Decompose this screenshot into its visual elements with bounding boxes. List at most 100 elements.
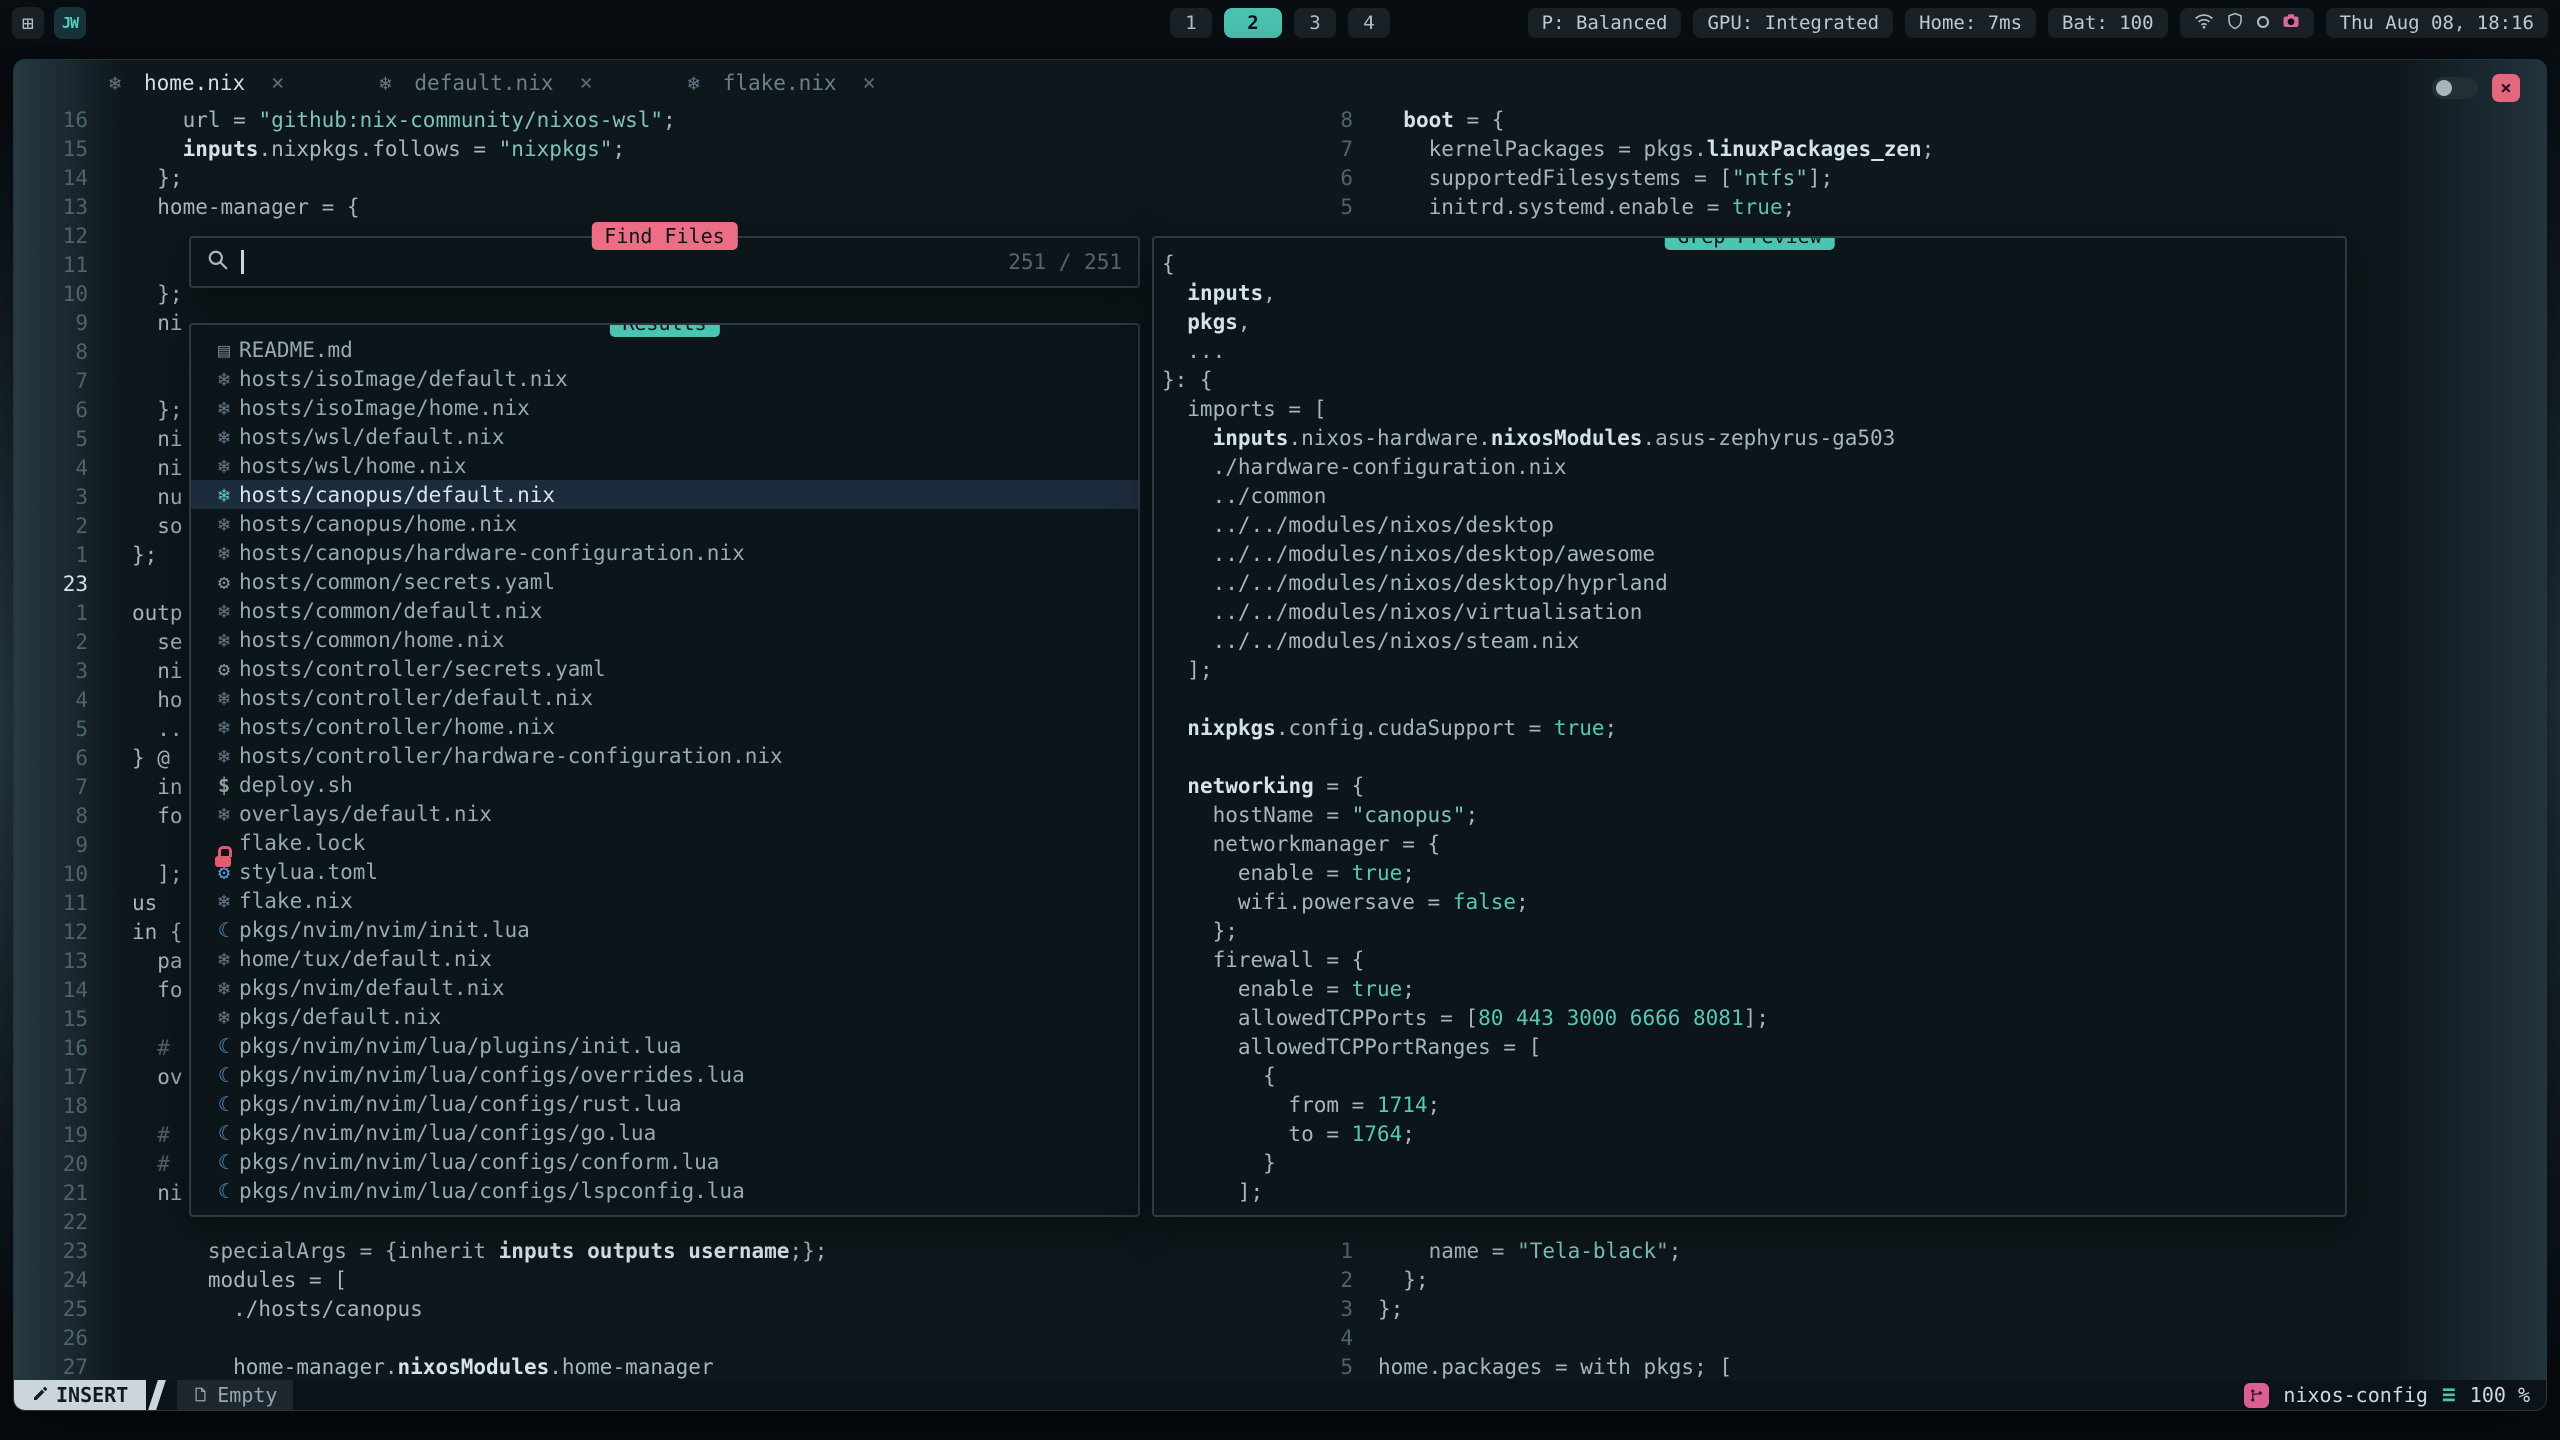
results-title: Results <box>609 323 719 337</box>
result-item[interactable]: overlays/default.nix <box>191 799 1138 828</box>
preview-line: { <box>1162 1062 2345 1091</box>
result-item[interactable]: hosts/canopus/home.nix <box>191 509 1138 538</box>
pin-toggle[interactable] <box>2432 77 2478 99</box>
line-number: 17 <box>14 1063 88 1092</box>
find-files-title: Find Files <box>591 222 737 250</box>
result-item[interactable]: pkgs/nvim/nvim/lua/configs/lspconfig.lua <box>191 1176 1138 1205</box>
editor-line: 5home.packages = with pkgs; [ <box>1317 1353 2546 1380</box>
line-number: 2 <box>14 512 88 541</box>
result-item[interactable]: pkgs/default.nix <box>191 1002 1138 1031</box>
preview-line: inputs, <box>1162 279 2345 308</box>
line-number: 1 <box>14 599 88 628</box>
lua-file-icon <box>209 1034 239 1058</box>
record-icon[interactable] <box>2256 12 2270 34</box>
line-number: 5 <box>14 715 88 744</box>
result-item[interactable]: flake.lock <box>191 828 1138 857</box>
wifi-icon[interactable] <box>2194 11 2214 36</box>
right-pane-top: 8 boot = {7 kernelPackages = pkgs.linuxP… <box>1317 106 2546 222</box>
tab-flake.nix[interactable]: flake.nix× <box>657 60 898 106</box>
line-number: 16 <box>14 1034 88 1063</box>
result-item[interactable]: pkgs/nvim/nvim/init.lua <box>191 915 1138 944</box>
logo-icon[interactable]: JW <box>54 7 86 39</box>
lua-file-icon <box>209 1179 239 1203</box>
result-item[interactable]: hosts/wsl/home.nix <box>191 451 1138 480</box>
line-number: 6 <box>1317 164 1353 193</box>
find-files-prompt[interactable]: Find Files 251 / 251 <box>189 236 1140 288</box>
nix-file-icon <box>100 71 130 95</box>
line-number: 15 <box>14 1005 88 1034</box>
workspace-2[interactable]: 2 <box>1224 8 1282 38</box>
line-number: 7 <box>14 367 88 396</box>
workspace-4[interactable]: 4 <box>1348 8 1390 38</box>
mode-indicator: INSERT <box>14 1380 146 1410</box>
result-item[interactable]: hosts/isoImage/home.nix <box>191 393 1138 422</box>
workspace-3[interactable]: 3 <box>1294 8 1336 38</box>
result-item[interactable]: pkgs/nvim/nvim/lua/configs/conform.lua <box>191 1147 1138 1176</box>
grep-preview-panel: Grep Preview { inputs, pkgs, ...}: { imp… <box>1152 236 2347 1217</box>
result-item[interactable]: stylua.toml <box>191 857 1138 886</box>
line-number: 26 <box>14 1324 88 1353</box>
workspace-1[interactable]: 1 <box>1170 8 1212 38</box>
git-icon <box>2244 1383 2269 1408</box>
nix-file-icon <box>209 367 239 391</box>
result-item[interactable]: deploy.sh <box>191 770 1138 799</box>
line-number: 10 <box>14 860 88 889</box>
editor-line: 16 url = "github:nix-community/nixos-wsl… <box>14 106 1317 135</box>
preview-line <box>1162 685 2345 714</box>
result-item[interactable]: hosts/canopus/default.nix <box>191 480 1138 509</box>
close-button[interactable]: × <box>2492 74 2520 102</box>
result-item[interactable]: home/tux/default.nix <box>191 944 1138 973</box>
result-item[interactable]: pkgs/nvim/default.nix <box>191 973 1138 1002</box>
project-name: nixos-config <box>2283 1383 2428 1407</box>
nix-file-icon <box>209 744 239 768</box>
line-number: 19 <box>14 1121 88 1150</box>
result-item[interactable]: hosts/wsl/default.nix <box>191 422 1138 451</box>
result-item[interactable]: hosts/canopus/hardware-configuration.nix <box>191 538 1138 567</box>
result-item[interactable]: hosts/controller/home.nix <box>191 712 1138 741</box>
editor-line: 27 home-manager.nixosModules.home-manage… <box>14 1353 1317 1380</box>
tab-default.nix[interactable]: default.nix× <box>348 60 614 106</box>
preview-line: ../../modules/nixos/virtualisation <box>1162 598 2345 627</box>
preview-line: networkmanager = { <box>1162 830 2345 859</box>
lua-file-icon <box>209 1092 239 1116</box>
tab-close-icon[interactable]: × <box>863 71 876 96</box>
result-item[interactable]: hosts/isoImage/default.nix <box>191 364 1138 393</box>
result-item[interactable]: hosts/common/default.nix <box>191 596 1138 625</box>
result-item[interactable]: pkgs/nvim/nvim/lua/plugins/init.lua <box>191 1031 1138 1060</box>
nix-file-icon <box>209 889 239 913</box>
line-number: 5 <box>1317 193 1353 222</box>
camera-icon[interactable] <box>2282 12 2300 35</box>
tab-close-icon[interactable]: × <box>579 71 592 96</box>
preview-line: to = 1764; <box>1162 1120 2345 1149</box>
shield-icon[interactable] <box>2226 12 2244 35</box>
result-item[interactable]: hosts/common/home.nix <box>191 625 1138 654</box>
line-number: 13 <box>14 193 88 222</box>
result-item[interactable]: hosts/controller/hardware-configuration.… <box>191 741 1138 770</box>
system-bar: ⊞ JW 1234 P: BalancedGPU: IntegratedHome… <box>0 0 2560 46</box>
app-launcher-icon[interactable]: ⊞ <box>12 7 44 39</box>
line-number: 3 <box>1317 1295 1353 1324</box>
tab-home.nix[interactable]: home.nix× <box>78 60 306 106</box>
result-item[interactable]: pkgs/nvim/nvim/lua/configs/overrides.lua <box>191 1060 1138 1089</box>
preview-line: allowedTCPPortRanges = [ <box>1162 1033 2345 1062</box>
result-item[interactable]: hosts/controller/secrets.yaml <box>191 654 1138 683</box>
line-number: 12 <box>14 222 88 251</box>
preview-line: ]; <box>1162 1178 2345 1207</box>
line-number: 4 <box>1317 1324 1353 1353</box>
nix-file-icon <box>209 512 239 536</box>
result-item[interactable]: README.md <box>191 335 1138 364</box>
result-item[interactable]: hosts/controller/default.nix <box>191 683 1138 712</box>
preview-line: } <box>1162 1149 2345 1178</box>
tab-close-icon[interactable]: × <box>271 71 284 96</box>
result-item[interactable]: pkgs/nvim/nvim/lua/configs/rust.lua <box>191 1089 1138 1118</box>
text-cursor <box>241 250 244 274</box>
result-item[interactable]: flake.nix <box>191 886 1138 915</box>
result-item[interactable]: pkgs/nvim/nvim/lua/configs/go.lua <box>191 1118 1138 1147</box>
result-item[interactable]: hosts/common/secrets.yaml <box>191 567 1138 596</box>
preview-line: from = 1714; <box>1162 1091 2345 1120</box>
preview-line: ../../modules/nixos/desktop/awesome <box>1162 540 2345 569</box>
nix-file-icon <box>209 541 239 565</box>
editor-line: 2 }; <box>1317 1266 2546 1295</box>
system-tray <box>2180 8 2314 38</box>
tab-bar: home.nix× default.nix× flake.nix× <box>14 60 2546 106</box>
